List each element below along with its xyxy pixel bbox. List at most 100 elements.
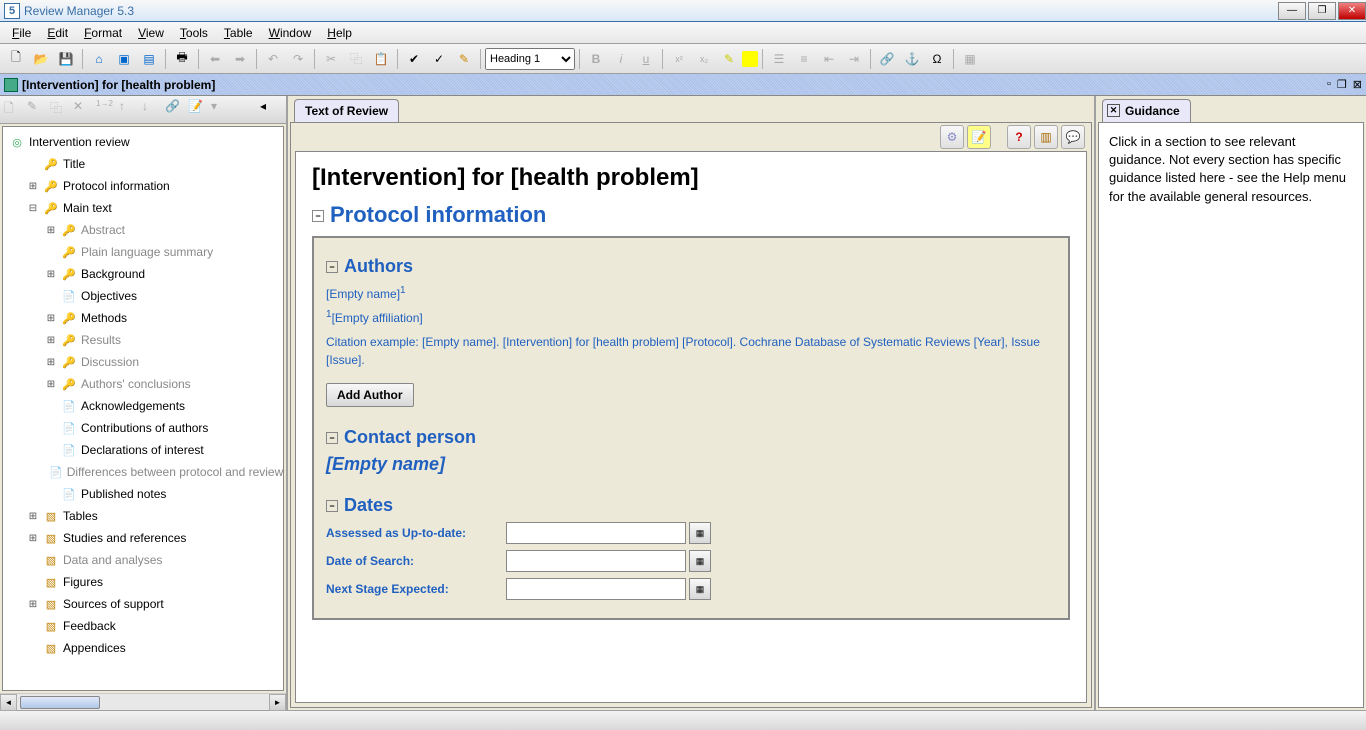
tree-item[interactable]: ⊞🔑Abstract (3, 219, 283, 241)
copy-icon[interactable]: ⿻ (344, 47, 368, 71)
tree-item[interactable]: 📄Declarations of interest (3, 439, 283, 461)
omega-icon[interactable]: Ω (925, 47, 949, 71)
dock-restore-icon[interactable]: ❐ (1337, 78, 1347, 91)
editor-book-icon[interactable]: ▥ (1034, 125, 1058, 149)
toggle-icon[interactable]: ⊟ (27, 203, 39, 214)
tree-view[interactable]: ◎ Intervention review 🔑Title⊞🔑Protocol i… (2, 126, 284, 691)
date-input[interactable] (506, 522, 686, 544)
editor-comment-icon[interactable]: 💬 (1061, 125, 1085, 149)
dock-minimize-icon[interactable]: ▫ (1327, 78, 1331, 91)
toggle-icon[interactable]: ⊞ (27, 511, 39, 522)
tree-item[interactable]: 📄Published notes (3, 483, 283, 505)
contact-name[interactable]: [Empty name] (326, 454, 1056, 475)
calendar-icon[interactable]: ▦ (689, 578, 711, 600)
left-tb-6-icon[interactable]: ↑ (119, 99, 141, 121)
editor-help-icon[interactable]: ? (1007, 125, 1031, 149)
left-hscroll[interactable]: ◄ ► (0, 693, 286, 710)
editor-tool-2-icon[interactable]: 📝 (967, 125, 991, 149)
nav1-icon[interactable]: ▣ (112, 47, 136, 71)
toggle-icon[interactable]: ⊞ (45, 313, 57, 324)
trackchanges-icon[interactable]: ✎ (452, 47, 476, 71)
undo-icon[interactable]: ↶ (261, 47, 285, 71)
date-input[interactable] (506, 550, 686, 572)
save-icon[interactable]: 💾 (54, 47, 78, 71)
left-tb-2-icon[interactable]: ✎ (27, 99, 49, 121)
tree-item[interactable]: ⊞🔑Methods (3, 307, 283, 329)
superscript-icon[interactable]: x² (667, 47, 691, 71)
back-icon[interactable]: ⬅ (203, 47, 227, 71)
left-tb-9-icon[interactable]: 📝 (188, 99, 210, 121)
toggle-icon[interactable]: ⊞ (27, 181, 39, 192)
tree-item[interactable]: ▧Figures (3, 571, 283, 593)
left-tb-8-icon[interactable]: 🔗 (165, 99, 187, 121)
bullist-icon[interactable]: ≡ (792, 47, 816, 71)
left-tb-4-icon[interactable]: ✕ (73, 99, 95, 121)
outdent-icon[interactable]: ⇤ (817, 47, 841, 71)
tree-item[interactable]: ⊞▧Tables (3, 505, 283, 527)
tree-item[interactable]: ⊞▧Sources of support (3, 593, 283, 615)
table-icon[interactable]: ▦ (958, 47, 982, 71)
paste-icon[interactable]: 📋 (369, 47, 393, 71)
underline-icon[interactable]: u (634, 47, 658, 71)
tree-item[interactable]: ▧Appendices (3, 637, 283, 659)
toggle-icon[interactable]: ⊞ (45, 357, 57, 368)
close-guidance-icon[interactable]: ✕ (1107, 104, 1120, 117)
close-button[interactable]: ✕ (1338, 2, 1366, 20)
maximize-button[interactable]: ❐ (1308, 2, 1336, 20)
check-icon[interactable]: ✓ (427, 47, 451, 71)
editor-content[interactable]: [Intervention] for [health problem] −Pro… (295, 151, 1087, 703)
menu-help[interactable]: Help (319, 24, 360, 42)
cut-icon[interactable]: ✂ (319, 47, 343, 71)
authors-heading[interactable]: −Authors (326, 256, 1056, 277)
add-author-button[interactable]: Add Author (326, 383, 414, 407)
scroll-left-icon[interactable]: ◄ (0, 694, 17, 711)
protocol-heading[interactable]: −Protocol information (312, 202, 1070, 228)
new-icon[interactable]: 🗋 (4, 47, 28, 71)
toggle-icon[interactable]: ⊞ (27, 533, 39, 544)
tree-item[interactable]: 📄Acknowledgements (3, 395, 283, 417)
left-tb-3-icon[interactable]: ⿻ (50, 99, 72, 121)
collapse-icon[interactable]: − (326, 500, 338, 512)
toggle-icon[interactable]: ⊞ (45, 225, 57, 236)
tree-root[interactable]: ◎ Intervention review (3, 131, 283, 153)
tree-item[interactable]: 📄Contributions of authors (3, 417, 283, 439)
tree-item[interactable]: 🔑Title (3, 153, 283, 175)
tab-guidance[interactable]: ✕ Guidance (1102, 99, 1191, 122)
tree-item[interactable]: ⊞▧Studies and references (3, 527, 283, 549)
tree-item[interactable]: 📄Objectives (3, 285, 283, 307)
print-icon[interactable]: 🖶 (170, 47, 194, 71)
left-tb-5-icon[interactable]: 1→2 (96, 99, 118, 121)
tree-item[interactable]: ⊞🔑Protocol information (3, 175, 283, 197)
dates-heading[interactable]: −Dates (326, 495, 1056, 516)
tab-text-of-review[interactable]: Text of Review (294, 99, 399, 122)
toggle-icon[interactable]: ⊞ (45, 379, 57, 390)
tree-item[interactable]: 🔑Plain language summary (3, 241, 283, 263)
toggle-icon[interactable]: ⊞ (27, 599, 39, 610)
left-tb-1-icon[interactable]: 🗋 (4, 99, 26, 121)
tree-item[interactable]: ⊟🔑Main text (3, 197, 283, 219)
anchor-icon[interactable]: ⚓ (900, 47, 924, 71)
nav2-icon[interactable]: ▤ (137, 47, 161, 71)
left-tb-10-icon[interactable]: ▾ (211, 99, 233, 121)
tree-item[interactable]: ⊞🔑Background (3, 263, 283, 285)
menu-format[interactable]: Format (76, 24, 130, 42)
menu-file[interactable]: File (4, 24, 39, 42)
tree-item[interactable]: ⊞🔑Results (3, 329, 283, 351)
collapse-icon[interactable]: − (312, 210, 324, 222)
marker-icon[interactable] (742, 51, 758, 67)
indent-icon[interactable]: ⇥ (842, 47, 866, 71)
menu-edit[interactable]: Edit (39, 24, 76, 42)
tree-item[interactable]: ▧Feedback (3, 615, 283, 637)
menu-tools[interactable]: Tools (172, 24, 216, 42)
editor-tool-1-icon[interactable]: ⚙ (940, 125, 964, 149)
scroll-thumb[interactable] (20, 696, 100, 709)
toggle-icon[interactable]: ⊞ (45, 269, 57, 280)
forward-icon[interactable]: ➡ (228, 47, 252, 71)
left-tb-7-icon[interactable]: ↓ (142, 99, 164, 121)
date-input[interactable] (506, 578, 686, 600)
minimize-button[interactable]: — (1278, 2, 1306, 20)
collapse-icon[interactable]: − (326, 261, 338, 273)
style-dropdown[interactable]: Heading 1 (485, 48, 575, 70)
tree-item[interactable]: ⊞🔑Discussion (3, 351, 283, 373)
tree-item[interactable]: ▧Data and analyses (3, 549, 283, 571)
